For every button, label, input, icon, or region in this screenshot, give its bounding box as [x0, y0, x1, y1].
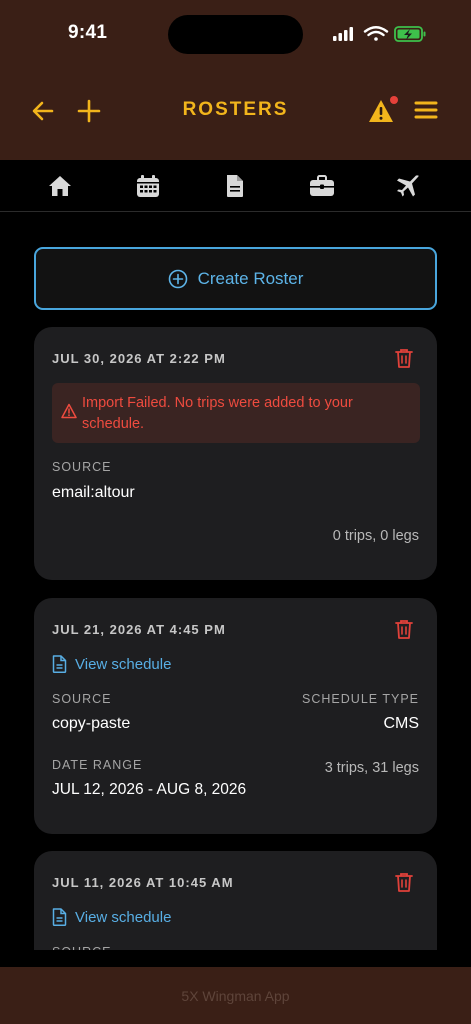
view-schedule-link[interactable]: View schedule [52, 655, 171, 673]
delete-roster-button[interactable] [395, 348, 413, 368]
date-range-label: DATE RANGE [52, 758, 143, 772]
roster-date: JUL 30, 2026 AT 2:22 PM [52, 351, 226, 366]
warning-triangle-icon [61, 403, 77, 419]
status-bar: 9:41 [0, 0, 471, 68]
roster-card: JUL 30, 2026 AT 2:22 PM Import Failed. N… [34, 327, 437, 580]
trash-icon [395, 349, 413, 368]
status-icons [333, 26, 426, 42]
trip-leg-count: 3 trips, 31 legs [324, 760, 419, 776]
roster-date: JUL 11, 2026 AT 10:45 AM [52, 875, 234, 890]
tab-briefcase[interactable] [308, 172, 336, 200]
schedule-type-label: SCHEDULE TYPE [302, 692, 419, 706]
tab-home[interactable] [46, 172, 74, 200]
tab-bar [0, 160, 471, 212]
app-header: ROSTERS [0, 68, 471, 160]
menu-button[interactable] [414, 100, 438, 120]
status-time: 9:41 [68, 22, 108, 43]
create-roster-label: Create Roster [197, 268, 304, 288]
delete-roster-button[interactable] [395, 872, 413, 892]
source-value: copy-paste [52, 715, 131, 732]
plus-circle-icon [168, 269, 187, 288]
roster-card: JUL 21, 2026 AT 4:45 PM View schedule SO… [34, 598, 437, 834]
view-schedule-label: View schedule [75, 908, 172, 926]
signal-icon [333, 27, 353, 41]
tab-calendar[interactable] [134, 172, 162, 200]
document-icon [227, 175, 243, 197]
page-title: ROSTERS [182, 99, 289, 120]
schedule-type-value: CMS [383, 715, 419, 732]
scroll-mask [0, 950, 471, 967]
briefcase-icon [310, 175, 334, 196]
wifi-icon [363, 26, 389, 41]
roster-date: JUL 21, 2026 AT 4:45 PM [52, 622, 226, 637]
tab-flights[interactable] [393, 172, 421, 200]
battery-icon [394, 26, 426, 42]
airplane-icon [397, 175, 419, 197]
tab-documents[interactable] [221, 172, 249, 200]
calendar-icon [137, 175, 159, 197]
dynamic-island [168, 15, 303, 54]
hamburger-menu-icon [414, 101, 438, 119]
app-footer: 5X Wingman App [0, 967, 471, 1024]
delete-roster-button[interactable] [395, 619, 413, 639]
import-error-banner: Import Failed. No trips were added to yo… [52, 383, 420, 443]
home-icon [49, 176, 71, 196]
notification-dot [390, 96, 398, 104]
view-schedule-link[interactable]: View schedule [52, 908, 171, 926]
footer-text: 5X Wingman App [181, 988, 290, 1004]
error-message: Import Failed. No trips were added to yo… [82, 395, 353, 432]
trip-leg-count: 0 trips, 0 legs [332, 528, 419, 544]
source-label: SOURCE [52, 692, 112, 706]
source-value: email:altour [52, 484, 135, 501]
alerts-button[interactable] [368, 96, 398, 124]
source-label: SOURCE [52, 460, 112, 474]
view-schedule-label: View schedule [75, 655, 172, 673]
date-range-value: JUL 12, 2026 - AUG 8, 2026 [52, 781, 247, 798]
document-icon [52, 655, 67, 673]
create-roster-button[interactable]: Create Roster [34, 247, 437, 310]
trash-icon [395, 873, 413, 892]
trash-icon [395, 620, 413, 639]
document-icon [52, 908, 67, 926]
